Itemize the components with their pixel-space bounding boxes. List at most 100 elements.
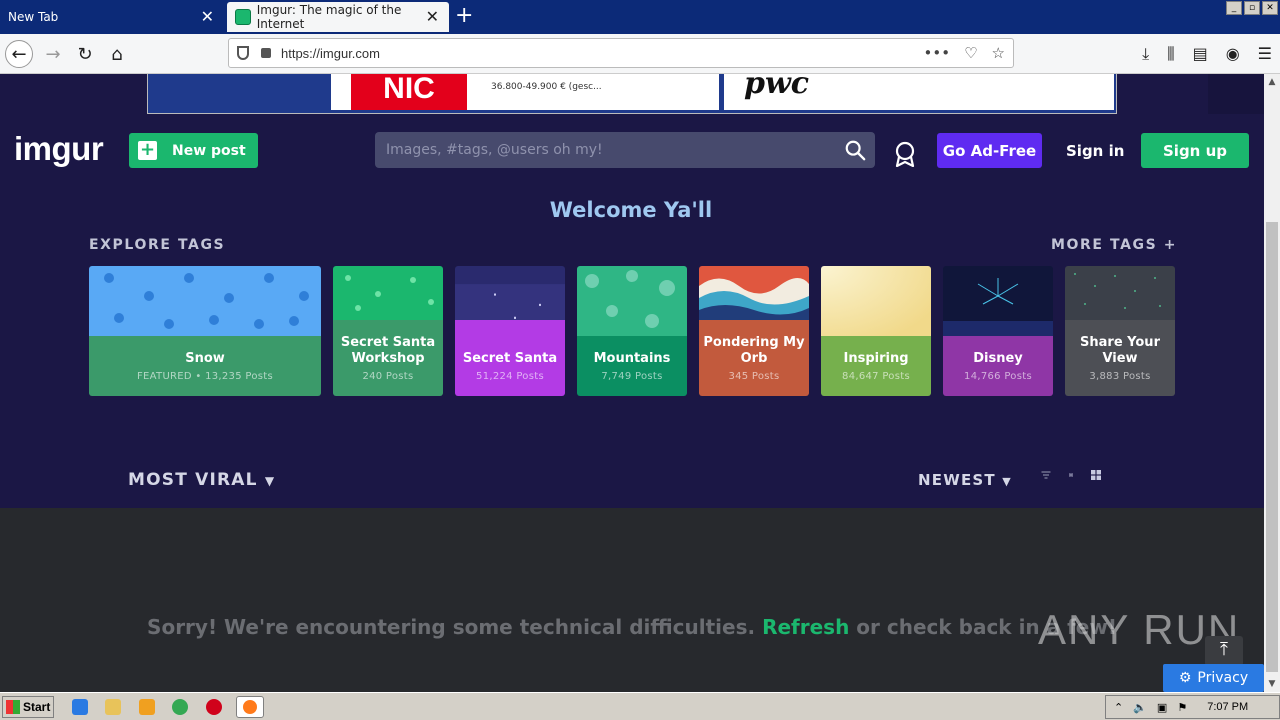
tag-count: 84,647 Posts: [842, 371, 910, 382]
sidebar-icon[interactable]: ▤: [1193, 44, 1208, 64]
tag-card-mountains[interactable]: Mountains 7,749 Posts: [577, 266, 687, 396]
network-icon[interactable]: ▣: [1157, 701, 1167, 714]
tag-card-share-your-view[interactable]: Share Your View 3,883 Posts: [1065, 266, 1175, 396]
tag-count: 7,749 Posts: [601, 371, 663, 382]
bookmark-star-icon[interactable]: ☆: [992, 44, 1005, 62]
gear-icon: ⚙: [1178, 670, 1192, 686]
tag-card-footer: Share Your View 3,883 Posts: [1065, 320, 1175, 396]
library-icon[interactable]: ⫼: [1167, 44, 1174, 64]
disney-tag-image: [943, 266, 1053, 336]
start-button[interactable]: Start: [2, 696, 54, 718]
tag-card-secret-santa[interactable]: Secret Santa 51,224 Posts: [455, 266, 565, 396]
imgur-logo[interactable]: imgur: [14, 130, 104, 168]
system-tray: ⌃ 🔈 ▣ ⚑ 7:07 PM: [1105, 695, 1280, 719]
firefox-icon: [243, 700, 257, 714]
grid-view-icon[interactable]: [1091, 470, 1101, 480]
firefox-taskbar-button[interactable]: [236, 696, 264, 718]
tab-new-tab[interactable]: New Tab ✕: [0, 2, 224, 32]
tag-card-pondering-my-orb[interactable]: Pondering My Orb 345 Posts: [699, 266, 809, 396]
tab-title: New Tab: [8, 10, 59, 24]
file-explorer-icon[interactable]: [105, 699, 121, 715]
forward-arrow-icon[interactable]: →: [39, 40, 67, 68]
opera-icon[interactable]: [206, 699, 222, 715]
close-window-icon[interactable]: ✕: [1262, 1, 1278, 15]
ad-card-right[interactable]: pwc: [724, 74, 1114, 110]
tray-expand-icon[interactable]: ⌃: [1114, 701, 1123, 714]
mountains-tag-image: [577, 266, 687, 336]
clock: 7:07 PM: [1207, 701, 1249, 713]
tag-name: Secret Santa: [462, 351, 558, 366]
tag-card-secret-santa-workshop[interactable]: Secret Santa Workshop 240 Posts: [333, 266, 443, 396]
search-icon[interactable]: [844, 139, 866, 161]
downloads-icon[interactable]: ⤓: [1142, 44, 1149, 64]
close-tab-icon[interactable]: ✕: [426, 9, 439, 25]
tag-count: 51,224 Posts: [476, 371, 544, 382]
home-icon[interactable]: ⌂: [103, 40, 131, 68]
refresh-link[interactable]: Refresh: [762, 615, 849, 639]
scrollbar-thumb[interactable]: [1266, 222, 1278, 672]
address-bar[interactable]: https://imgur.com ••• ♡ ☆: [228, 38, 1014, 68]
scroll-to-top-icon[interactable]: ⤒: [1205, 636, 1243, 666]
imgur-favicon-icon: [235, 9, 251, 25]
volume-icon[interactable]: 🔈: [1133, 701, 1147, 714]
menu-icon[interactable]: ☰: [1258, 44, 1272, 64]
privacy-button[interactable]: ⚙ Privacy: [1163, 664, 1264, 692]
url-text[interactable]: https://imgur.com: [281, 46, 380, 61]
most-viral-dropdown[interactable]: MOST VIRAL ▼: [128, 470, 275, 490]
share-view-tag-image: [1065, 266, 1175, 320]
ad-card-left[interactable]: NIC 36.800-49.900 € (gesc...: [331, 74, 719, 110]
search-input[interactable]: [386, 142, 836, 158]
compact-view-icon[interactable]: [1069, 470, 1073, 480]
close-tab-icon[interactable]: ✕: [201, 9, 214, 25]
page-actions-icon[interactable]: •••: [924, 44, 951, 62]
tab-imgur[interactable]: Imgur: The magic of the Internet ✕: [227, 2, 449, 32]
tag-count: 3,883 Posts: [1089, 371, 1151, 382]
media-player-icon[interactable]: [139, 699, 155, 715]
tag-card-footer: Pondering My Orb 345 Posts: [699, 320, 809, 396]
medallion-icon[interactable]: [893, 141, 917, 167]
minimize-icon[interactable]: _: [1226, 1, 1242, 15]
new-tab-icon[interactable]: +: [455, 4, 473, 28]
list-view-icon[interactable]: [1041, 470, 1051, 480]
windows-logo-icon: [6, 700, 20, 714]
explore-tags-heading: EXPLORE TAGS: [89, 237, 226, 253]
plus-icon: +: [138, 139, 157, 160]
lock-icon[interactable]: [261, 48, 271, 58]
tag-name: Inspiring: [843, 351, 909, 366]
tag-count: 14,766 Posts: [964, 371, 1032, 382]
page-scrollbar[interactable]: ▲ ▼: [1264, 74, 1280, 692]
pocket-icon[interactable]: ♡: [964, 44, 977, 62]
internet-explorer-icon[interactable]: [72, 699, 88, 715]
newest-dropdown[interactable]: NEWEST ▼: [918, 471, 1012, 489]
sign-in-link[interactable]: Sign in: [1066, 142, 1124, 160]
sign-up-button[interactable]: Sign up: [1141, 133, 1249, 168]
tag-name: Disney: [973, 351, 1023, 366]
workshop-tag-image: [333, 266, 443, 320]
tag-card-disney[interactable]: Disney 14,766 Posts: [943, 266, 1053, 396]
orb-tag-image: [699, 266, 809, 320]
tag-card-footer: Snow FEATURED • 13,235 Posts: [89, 336, 321, 396]
maximize-icon[interactable]: ▫: [1244, 1, 1260, 15]
view-mode-switcher: [1041, 470, 1101, 480]
flag-icon[interactable]: ⚑: [1177, 701, 1187, 714]
scroll-up-icon[interactable]: ▲: [1264, 74, 1280, 90]
privacy-label: Privacy: [1197, 670, 1249, 686]
go-ad-free-button[interactable]: Go Ad-Free: [937, 133, 1042, 168]
tag-card-footer: Secret Santa Workshop 240 Posts: [333, 320, 443, 396]
tag-card-inspiring[interactable]: Inspiring 84,647 Posts: [821, 266, 931, 396]
chrome-icon[interactable]: [172, 699, 188, 715]
tag-card-footer: Secret Santa 51,224 Posts: [455, 320, 565, 396]
search-bar[interactable]: [375, 132, 875, 168]
new-post-button[interactable]: + New post: [129, 133, 258, 168]
account-icon[interactable]: ◉: [1226, 44, 1240, 64]
window-controls: _ ▫ ✕: [1226, 1, 1278, 15]
ad-banner[interactable]: NIC 36.800-49.900 € (gesc... pwc: [147, 74, 1117, 114]
back-arrow-icon[interactable]: ←: [5, 40, 33, 68]
tag-card-footer: Mountains 7,749 Posts: [577, 336, 687, 396]
tracking-shield-icon[interactable]: [237, 46, 249, 60]
reload-icon[interactable]: ↻: [71, 40, 99, 68]
more-tags-link[interactable]: MORE TAGS +: [1051, 237, 1177, 253]
tag-card-snow[interactable]: Snow FEATURED • 13,235 Posts: [89, 266, 321, 396]
tag-name: Snow: [185, 351, 225, 366]
scroll-down-icon[interactable]: ▼: [1264, 676, 1280, 692]
